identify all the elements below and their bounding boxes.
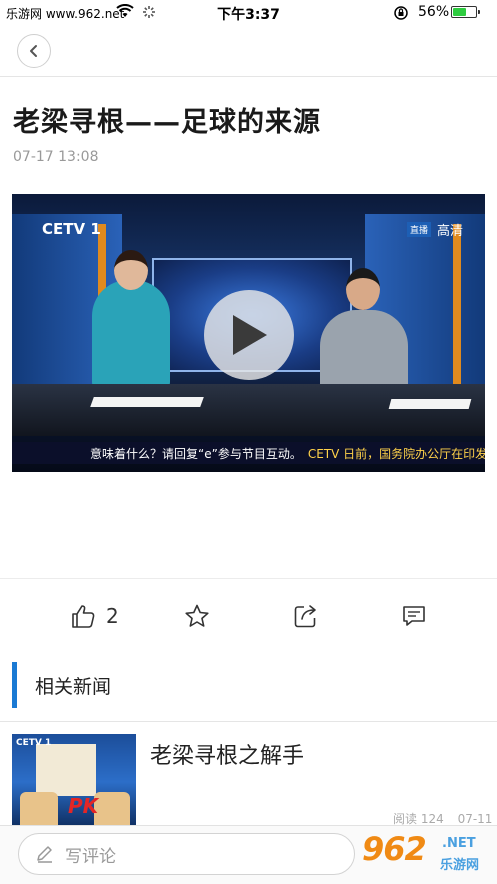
pencil-icon — [37, 846, 52, 863]
news-ticker: 意味着什么？请回复“e”参与节目互动。 CETV 日前，国务院办公厅在印发 — [12, 442, 485, 464]
anchor-left — [92, 250, 170, 390]
share-icon — [294, 605, 316, 628]
watermark-logo: 962 .NET 乐游网 — [360, 830, 490, 878]
like-button[interactable]: 2 — [70, 600, 119, 632]
watermark-number: 962 — [362, 830, 427, 868]
thumb-up-icon — [72, 605, 95, 628]
article-datetime: 07-17 13:08 — [13, 149, 99, 165]
favorite-button[interactable] — [184, 600, 210, 632]
channel-logo: CETV 1 — [42, 220, 101, 238]
battery-percent: 56% — [418, 4, 450, 20]
comment-icon — [403, 606, 425, 626]
desk-paper-right — [388, 399, 472, 409]
back-button[interactable] — [17, 34, 51, 68]
action-bar: 2 — [0, 594, 497, 638]
live-badge: 直播 — [406, 222, 431, 237]
nav-bar — [0, 26, 497, 77]
comment-input[interactable]: 写评论 — [18, 833, 355, 875]
watermark-domain: .NET — [442, 836, 476, 851]
anchor-right — [320, 268, 408, 392]
broadcast-badge: 直播 高清 — [406, 220, 463, 239]
news-thumbnail: CETV 1 PK — [12, 734, 136, 830]
news-date: 07-11 — [457, 812, 493, 826]
news-title: 老梁寻根之解手 — [150, 744, 305, 769]
video-player[interactable]: CETV 1 直播 高清 意味着什么？请回复“e”参与节目互动。 CETV 日前… — [12, 194, 485, 472]
desk-paper-left — [90, 397, 204, 407]
news-reads: 阅读 124 — [393, 812, 444, 826]
comment-button[interactable] — [400, 600, 428, 632]
studio-pillar-right — [453, 224, 461, 394]
thumb-logo: CETV 1 — [16, 738, 52, 748]
comment-placeholder: 写评论 — [65, 846, 116, 867]
comment-bar: 写评论 962 .NET 乐游网 — [0, 825, 497, 884]
watermark-cn: 乐游网 — [440, 858, 480, 873]
list-item[interactable]: CETV 1 PK 老梁寻根之解手 阅读 124 07-11 — [0, 722, 497, 832]
play-icon — [233, 315, 267, 355]
thumb-pk-mark: PK — [68, 794, 99, 818]
thumb-calligraphy — [36, 744, 96, 796]
star-icon — [185, 604, 209, 627]
battery-icon — [451, 6, 480, 18]
ticker-right-text: CETV 日前，国务院办公厅在印发 — [307, 446, 485, 461]
ticker-left-text: 意味着什么？请回复“e”参与节目互动。 — [90, 446, 302, 461]
status-bar: 乐游网 www.962.net 下午3:37 56% — [0, 0, 497, 26]
related-news-heading: 相关新闻 — [12, 662, 111, 708]
studio-desk — [12, 384, 485, 436]
divider — [0, 578, 497, 579]
like-count: 2 — [106, 604, 119, 628]
article-title: 老梁寻根——足球的来源 — [13, 107, 321, 138]
play-button[interactable] — [204, 290, 294, 380]
share-button[interactable] — [292, 600, 320, 632]
chevron-left-icon — [30, 45, 37, 57]
hd-badge: 高清 — [436, 224, 463, 239]
orientation-lock-icon — [393, 5, 409, 25]
